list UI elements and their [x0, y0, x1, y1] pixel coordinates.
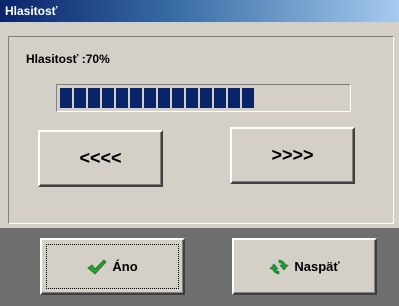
volume-up-button[interactable]: >>>> [230, 127, 355, 184]
progress-segment [228, 88, 240, 108]
progress-segment [88, 88, 100, 108]
progress-segment [186, 88, 198, 108]
volume-up-label: >>>> [271, 145, 314, 165]
volume-label: Hlasitosť :70% [26, 52, 110, 66]
focus-rectangle [46, 244, 179, 289]
refresh-icon [269, 257, 289, 277]
title-bar[interactable]: Hlasitosť [0, 0, 399, 22]
progress-segment [116, 88, 128, 108]
progress-segment [214, 88, 226, 108]
volume-down-label: <<<< [79, 148, 122, 168]
progress-segment [172, 88, 184, 108]
volume-progress-fill [60, 88, 254, 108]
ok-button[interactable]: Áno [40, 238, 185, 295]
progress-segment [144, 88, 156, 108]
progress-segment [130, 88, 142, 108]
progress-segment [60, 88, 72, 108]
progress-segment [200, 88, 212, 108]
back-button[interactable]: Naspäť [232, 238, 377, 295]
volume-dialog: Hlasitosť Hlasitosť :70% <<<< >>>> Áno N… [0, 0, 399, 306]
volume-down-button[interactable]: <<<< [38, 130, 163, 187]
window-title: Hlasitosť [5, 4, 58, 18]
back-button-label: Naspäť [294, 259, 340, 274]
progress-segment [102, 88, 114, 108]
progress-segment [158, 88, 170, 108]
progress-segment [242, 88, 254, 108]
progress-segment [74, 88, 86, 108]
volume-progress-bar [56, 84, 351, 112]
